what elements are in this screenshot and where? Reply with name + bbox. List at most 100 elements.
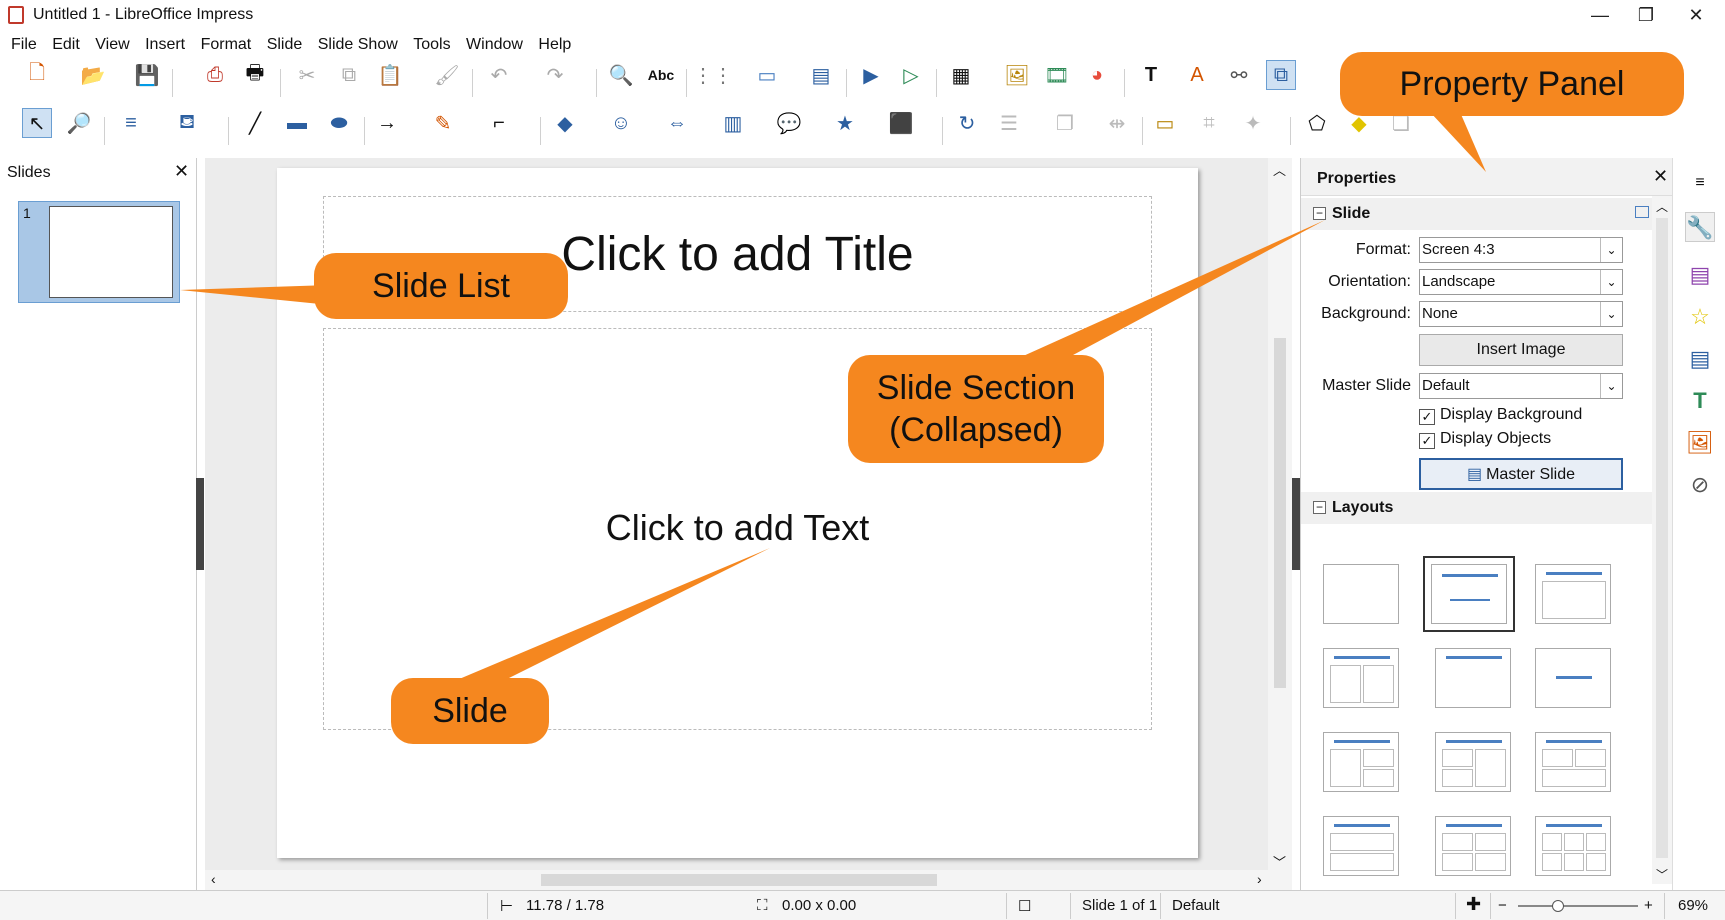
menu-format[interactable]: Format (201, 32, 252, 58)
master-slides-tab-icon[interactable]: ▤ (1685, 344, 1715, 374)
maximize-button[interactable]: ❐ (1618, 0, 1674, 30)
sidebar-collapse-handle[interactable] (1292, 478, 1300, 570)
export-pdf-icon[interactable]: ⎙ (200, 60, 230, 90)
slide-transition-tab-icon[interactable]: ▤ (1685, 260, 1715, 290)
sidebar-settings-icon[interactable]: ≡ (1685, 168, 1715, 198)
vertical-scroll-thumb[interactable] (1274, 338, 1286, 688)
connectors-icon[interactable]: ⌐ (484, 108, 514, 138)
display-views-icon[interactable]: ▭ (752, 60, 782, 90)
layout-title-2-content[interactable] (1323, 648, 1399, 708)
cut-icon[interactable]: ✂ (292, 60, 322, 90)
properties-tab-icon[interactable]: 🔧 (1685, 212, 1715, 242)
zoom-out-icon[interactable]: − (1498, 897, 1507, 914)
fill-color-icon[interactable]: ⛾ (172, 108, 202, 138)
scroll-up-icon[interactable]: ︿ (1273, 160, 1286, 179)
filter-icon[interactable]: ✦ (1238, 108, 1268, 138)
arrange-icon[interactable]: ❐ (1050, 108, 1080, 138)
open-folder-icon[interactable]: 📂 (78, 60, 108, 90)
points-icon[interactable]: ⬠ (1302, 108, 1332, 138)
background-dropdown[interactable]: None ⌄ (1419, 301, 1623, 327)
layout-blank[interactable] (1323, 564, 1399, 624)
menu-help[interactable]: Help (538, 32, 571, 58)
menu-slide-show[interactable]: Slide Show (318, 32, 398, 58)
collapse-icon[interactable]: − (1313, 207, 1326, 220)
shadow-icon[interactable]: ▭ (1150, 108, 1180, 138)
start-current-slide-icon[interactable]: ▷ (896, 60, 926, 90)
copy-icon[interactable]: ⧉ (334, 60, 364, 90)
navigator-tab-icon[interactable]: ⊘ (1685, 470, 1715, 500)
lines-arrows-icon[interactable]: → (372, 108, 402, 138)
properties-scroll-thumb[interactable] (1656, 218, 1668, 858)
slides-pane-close-icon[interactable]: ✕ (174, 161, 189, 182)
undo-icon[interactable]: ↶ (484, 60, 514, 90)
display-objects-checkbox[interactable]: ✓ Display Objects (1419, 430, 1551, 449)
flowchart-icon[interactable]: ▥ (718, 108, 748, 138)
find-replace-icon[interactable]: 🔍 (606, 60, 636, 90)
vertical-scrollbar[interactable]: ︿ ﹀ (1268, 158, 1292, 870)
animation-tab-icon[interactable]: ☆ (1685, 302, 1715, 332)
zoom-slider-handle[interactable] (1552, 900, 1564, 912)
rotate-icon[interactable]: ↻ (952, 108, 982, 138)
menu-edit[interactable]: Edit (52, 32, 80, 58)
text-box-icon[interactable]: T (1136, 60, 1166, 90)
styles-tab-icon[interactable]: T (1685, 386, 1715, 416)
scroll-down-icon[interactable]: ﹀ (1273, 852, 1286, 871)
start-presentation-icon[interactable]: ▶ (856, 60, 886, 90)
layout-title-only[interactable] (1535, 564, 1611, 624)
more-options-icon[interactable] (1635, 206, 1649, 218)
scroll-up-icon[interactable]: ︿ (1656, 198, 1668, 215)
layout-title-4-content[interactable] (1435, 816, 1511, 876)
master-slide-button[interactable]: ▤ Master Slide (1419, 458, 1623, 490)
zoom-level[interactable]: 69% (1678, 897, 1708, 914)
layout-title-content-2-content[interactable] (1435, 732, 1511, 792)
zoom-pan-icon[interactable]: 🔎 (64, 108, 94, 138)
master-slide-dropdown[interactable]: Default ⌄ (1419, 373, 1623, 399)
insert-media-icon[interactable]: 🎞 (1042, 60, 1072, 90)
layout-title-content[interactable] (1423, 556, 1515, 632)
grid-icon[interactable]: ⋮⋮ (693, 60, 733, 90)
menu-tools[interactable]: Tools (413, 32, 450, 58)
menu-window[interactable]: Window (466, 32, 523, 58)
slide-thumbnail[interactable] (49, 206, 173, 298)
slide-section-header[interactable]: − Slide (1301, 198, 1655, 230)
table-icon[interactable]: ▦ (946, 60, 976, 90)
hyperlink-icon[interactable]: ⚯ (1224, 60, 1254, 90)
document-modified-icon[interactable]: ☐ (1018, 897, 1031, 915)
layouts-section-header[interactable]: − Layouts (1301, 492, 1655, 524)
align-icon[interactable]: ☰ (994, 108, 1024, 138)
close-window-button[interactable]: ✕ (1668, 0, 1724, 30)
zoom-in-icon[interactable]: + (1644, 897, 1653, 914)
horizontal-scroll-thumb[interactable] (541, 874, 937, 886)
stars-icon[interactable]: ★ (830, 108, 860, 138)
layout-title-2-content-over-content[interactable] (1535, 732, 1611, 792)
fit-slide-icon[interactable]: ✚ (1466, 894, 1481, 915)
layout-title-6-content[interactable] (1535, 816, 1611, 876)
menu-view[interactable]: View (95, 32, 129, 58)
basic-shapes-icon[interactable]: ◆ (550, 108, 580, 138)
rectangle-icon[interactable]: ▬ (282, 108, 312, 138)
distribute-icon[interactable]: ⇹ (1102, 108, 1132, 138)
checkbox-checked-icon[interactable]: ✓ (1419, 433, 1435, 449)
scroll-right-icon[interactable]: › (1257, 871, 1262, 887)
new-document-icon[interactable]: 🗋 (22, 60, 52, 90)
zoom-slider[interactable] (1518, 905, 1638, 907)
crop-icon[interactable]: ⌗ (1194, 108, 1224, 138)
display-background-checkbox[interactable]: ✓ Display Background (1419, 406, 1582, 425)
checkbox-checked-icon[interactable]: ✓ (1419, 409, 1435, 425)
spelling-icon[interactable]: Abc (646, 60, 676, 90)
horizontal-scrollbar[interactable]: ‹ › (205, 870, 1292, 890)
menu-slide[interactable]: Slide (267, 32, 303, 58)
3d-objects-icon[interactable]: ⬛ (886, 108, 916, 138)
slide-thumbnail-item[interactable]: 1 (18, 201, 180, 303)
properties-scrollbar[interactable]: ︿ ﹀ (1652, 196, 1672, 884)
insert-image-icon[interactable]: 🖼 (1002, 60, 1032, 90)
chevron-down-icon[interactable]: ⌄ (1600, 302, 1622, 326)
properties-close-icon[interactable]: ✕ (1653, 166, 1668, 187)
scroll-down-icon[interactable]: ﹀ (1656, 866, 1668, 883)
callouts-icon[interactable]: 💬 (774, 108, 804, 138)
layout-centered-text[interactable] (1535, 648, 1611, 708)
menu-file[interactable]: File (11, 32, 37, 58)
chevron-down-icon[interactable]: ⌄ (1600, 270, 1622, 294)
print-icon[interactable]: 🖶 (240, 60, 270, 90)
curves-icon[interactable]: ✎ (428, 108, 458, 138)
